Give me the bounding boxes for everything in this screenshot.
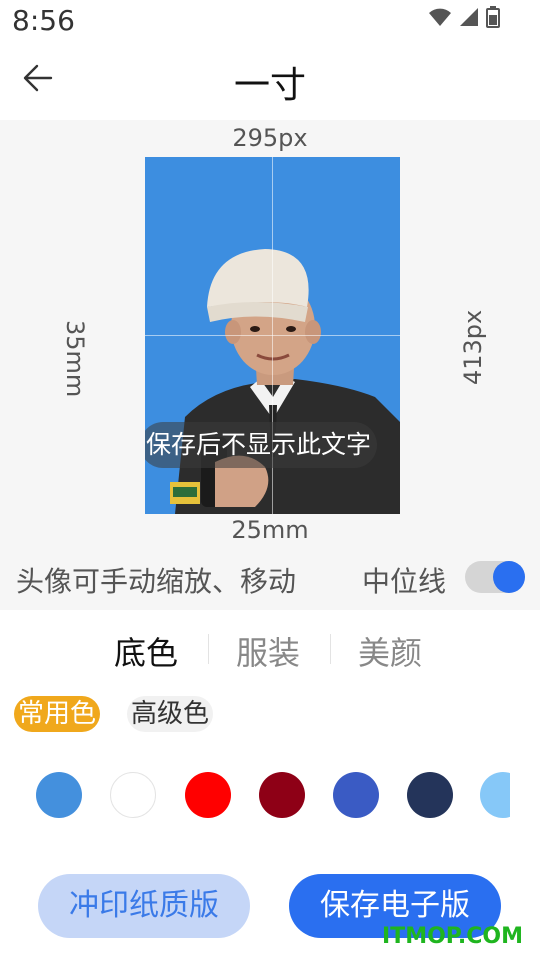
tab-beauty[interactable]: 美颜: [358, 628, 422, 674]
status-time: 8:56: [12, 4, 75, 37]
swatch-sky-blue[interactable]: [480, 772, 510, 818]
tab-background-color[interactable]: 底色: [114, 628, 178, 674]
app-header: 一寸: [0, 44, 540, 116]
zoom-move-hint: 头像可手动缩放、移动: [16, 565, 297, 598]
height-px-label: 413px: [459, 309, 487, 385]
width-px-label: 295px: [232, 124, 308, 152]
battery-icon: [486, 6, 500, 28]
site-watermark: ITMOP.COM: [382, 924, 523, 949]
horizontal-guide-line: [145, 335, 400, 336]
photo-preview-area: 295px 35mm 413px 保存后不显示此文字 25mm 头像可手动缩放、…: [0, 120, 540, 610]
wifi-icon: [429, 8, 451, 26]
print-paper-button[interactable]: 冲印纸质版: [38, 874, 250, 938]
id-photo[interactable]: 保存后不显示此文字: [145, 157, 400, 514]
width-mm-label: 25mm: [231, 516, 309, 544]
swatch-navy[interactable]: [407, 772, 453, 818]
status-bar: 8:56: [0, 0, 540, 44]
midline-toggle[interactable]: [465, 561, 525, 593]
watermark-notice: 保存后不显示此文字: [145, 422, 378, 468]
tab-clothing[interactable]: 服装: [236, 628, 300, 674]
tab-divider: [208, 634, 209, 664]
swatch-red[interactable]: [185, 772, 231, 818]
swatch-white[interactable]: [110, 772, 156, 818]
tab-divider: [330, 634, 331, 664]
swatch-overflow: [480, 760, 510, 830]
toggle-knob: [493, 561, 525, 593]
midline-label: 中位线: [362, 565, 447, 598]
status-icons: [428, 6, 500, 28]
page-title: 一寸: [233, 65, 306, 106]
swatch-light-blue[interactable]: [36, 772, 82, 818]
chip-common-colors[interactable]: 常用色: [14, 696, 101, 732]
signal-icon: [460, 8, 478, 26]
chip-advanced-colors[interactable]: 高级色: [127, 696, 214, 732]
height-mm-label: 35mm: [61, 320, 89, 398]
swatch-dark-red[interactable]: [259, 772, 305, 818]
swatch-blue[interactable]: [333, 772, 379, 818]
edit-tabs: 底色 服装 美颜: [0, 622, 540, 676]
